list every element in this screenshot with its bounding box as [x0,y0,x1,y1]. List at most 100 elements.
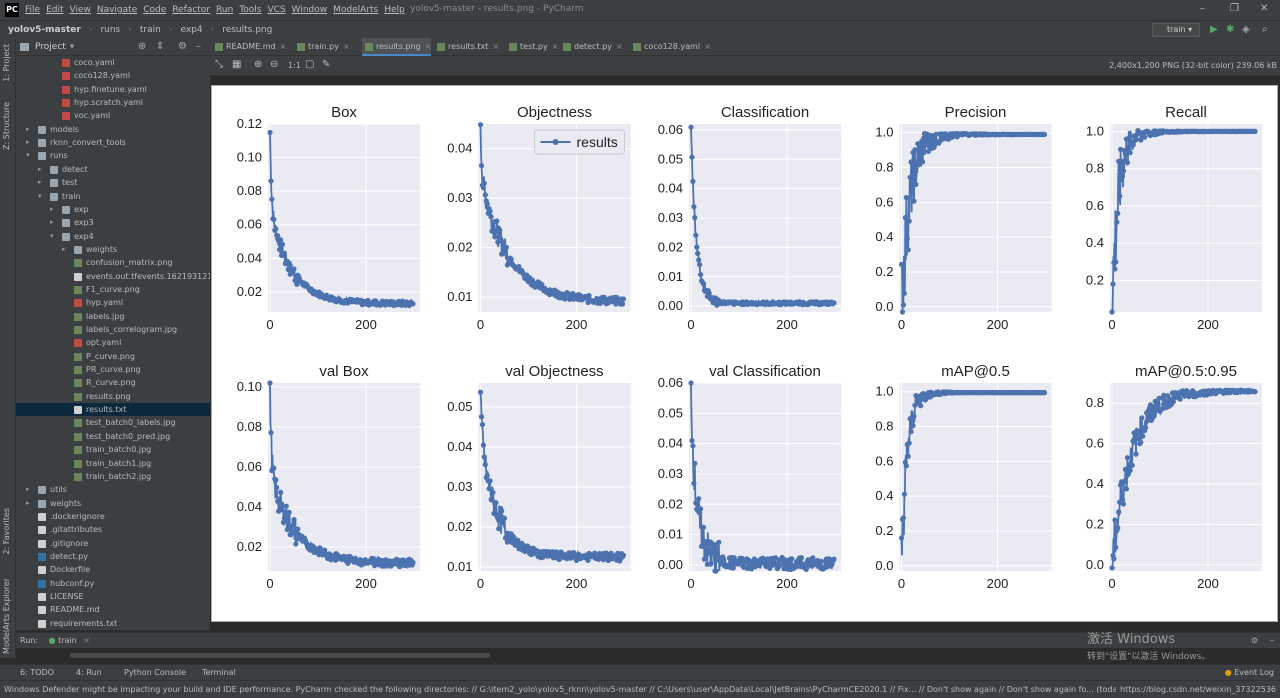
tree-item[interactable]: P_curve.png [16,350,210,363]
tree-item[interactable]: detect.py [16,550,210,563]
breadcrumb-item[interactable]: yolov5-master [8,25,81,35]
menu-edit[interactable]: Edit [46,5,63,15]
bottom-tab[interactable]: Python Console [124,665,186,681]
project-panel-title[interactable]: Project [35,42,66,52]
search-everywhere-icon[interactable]: ⌕ [1262,24,1268,35]
editor-tab[interactable]: train.py × [294,38,350,56]
run-settings-icon[interactable]: ⚙ [1251,633,1258,649]
tree-item[interactable]: ▾ runs [16,149,210,162]
breadcrumb-item[interactable]: results.png [222,25,272,35]
close-tab-icon[interactable]: × [280,42,287,51]
breadcrumb-item[interactable]: exp4 [180,25,202,35]
close-tab-icon[interactable]: × [492,42,499,51]
tree-item[interactable]: ▸ rknn_convert_tools [16,136,210,149]
breadcrumb-item[interactable]: runs [100,25,120,35]
chevron-right-icon[interactable]: ▸ [50,203,54,216]
project-tool-tab[interactable]: 1: Project [2,44,11,82]
tree-item[interactable]: ▸ detect [16,163,210,176]
tree-item[interactable]: .gitignore [16,537,210,550]
grid-icon[interactable]: ▦ [232,59,241,70]
chessboard-icon[interactable]: ▢ [305,59,314,70]
editor-tab[interactable]: detect.py × [560,38,623,56]
tree-item[interactable]: LICENSE [16,590,210,603]
tree-item[interactable]: train_batch0.jpg [16,443,210,456]
tree-item[interactable]: results.txt [16,403,210,417]
structure-tool-tab[interactable]: Z: Structure [2,102,11,150]
close-tab-icon[interactable]: × [343,42,350,51]
tree-item[interactable]: events.out.tfevents.1621931219 [16,270,210,283]
menu-view[interactable]: View [70,5,91,15]
breadcrumb-item[interactable]: train [140,25,161,35]
chevron-down-icon[interactable]: ▾ [38,190,42,203]
tree-item[interactable]: labels_correlogram.jpg [16,323,210,336]
menu-help[interactable]: Help [384,5,405,15]
locate-icon[interactable]: ⊕ [138,41,146,52]
chevron-right-icon[interactable]: ▸ [50,216,54,229]
tree-item[interactable]: confusion_matrix.png [16,256,210,269]
menu-window[interactable]: Window [292,5,328,15]
run-hide-icon[interactable]: – [1270,633,1274,649]
gear-icon[interactable]: ⚙ [178,41,187,52]
tree-item[interactable]: results.png [16,390,210,403]
menu-run[interactable]: Run [216,5,233,15]
tree-item[interactable]: train_batch1.jpg [16,457,210,470]
bottom-tab[interactable]: 6: TODO [20,665,54,681]
editor-tab[interactable]: results.txt × [434,38,499,56]
collapse-icon[interactable]: ⇕ [156,41,164,52]
tree-item[interactable]: ▸ weights [16,497,210,510]
tree-item[interactable]: hyp.yaml [16,296,210,309]
tree-item[interactable]: .gitattributes [16,523,210,536]
editor-tab[interactable]: coco128.yaml × [630,38,711,56]
maximize-icon[interactable]: ❐ [1230,3,1239,14]
zoom-in-icon[interactable]: ⊕ [254,59,262,70]
tree-item[interactable]: ▾ train [16,190,210,203]
actual-size-button[interactable]: 1:1 [288,61,301,70]
coverage-icon[interactable]: ◈ [1242,24,1250,35]
modelarts-tool-tab[interactable]: ModelArts Explorer [2,578,11,654]
close-tab-icon[interactable]: × [552,42,559,51]
close-tab-icon[interactable]: × [704,42,711,51]
close-tab-icon[interactable]: × [425,42,432,51]
tree-item[interactable]: F1_curve.png [16,283,210,296]
color-picker-icon[interactable]: ✎ [322,59,330,70]
hide-panel-icon[interactable]: – [196,41,201,52]
tree-item[interactable]: hubconf.py [16,577,210,590]
chevron-right-icon[interactable]: ▸ [26,483,30,496]
tree-item[interactable]: .dockerignore [16,510,210,523]
chevron-right-icon[interactable]: ▸ [26,136,30,149]
zoom-out-icon[interactable]: ⊖ [270,59,278,70]
tree-item[interactable]: ▸ test [16,176,210,189]
tree-item[interactable]: README.md [16,603,210,616]
horizontal-scrollbar[interactable] [70,653,490,658]
favorites-tool-tab[interactable]: 2: Favorites [2,508,11,554]
chevron-down-icon[interactable]: ▾ [70,42,75,52]
tree-item[interactable]: labels.jpg [16,310,210,323]
menu-vcs[interactable]: VCS [267,5,285,15]
tree-item[interactable]: ▾ exp4 [16,230,210,243]
run-tab-train[interactable]: train [58,636,77,645]
editor-tab[interactable]: README.md × [212,38,286,56]
chevron-down-icon[interactable]: ▾ [26,149,30,162]
tree-item[interactable]: ▸ exp [16,203,210,216]
tree-item[interactable]: hyp.finetune.yaml [16,83,210,96]
menu-navigate[interactable]: Navigate [97,5,137,15]
tree-item[interactable]: ▸ weights [16,243,210,256]
close-tab-icon[interactable]: × [616,42,623,51]
menu-file[interactable]: File [25,5,40,15]
bottom-tab[interactable]: Terminal [202,665,236,681]
menu-tools[interactable]: Tools [239,5,261,15]
fit-zoom-icon[interactable]: ⤡ [215,59,223,70]
chevron-right-icon[interactable]: ▸ [62,243,66,256]
run-config-select[interactable]: train ▾ [1152,23,1200,37]
close-icon[interactable]: ✕ [1260,3,1268,14]
editor-tab[interactable]: test.py × [506,38,558,56]
minimize-icon[interactable]: – [1200,3,1205,14]
chevron-right-icon[interactable]: ▸ [26,123,30,136]
tree-item[interactable]: ▸ models [16,123,210,136]
tree-item[interactable]: PR_curve.png [16,363,210,376]
chevron-down-icon[interactable]: ▾ [50,230,54,243]
tree-item[interactable]: test_batch0_labels.jpg [16,416,210,429]
tree-item[interactable]: ▸ utils [16,483,210,496]
tree-item[interactable]: opt.yaml [16,336,210,349]
tree-item[interactable]: coco128.yaml [16,69,210,82]
